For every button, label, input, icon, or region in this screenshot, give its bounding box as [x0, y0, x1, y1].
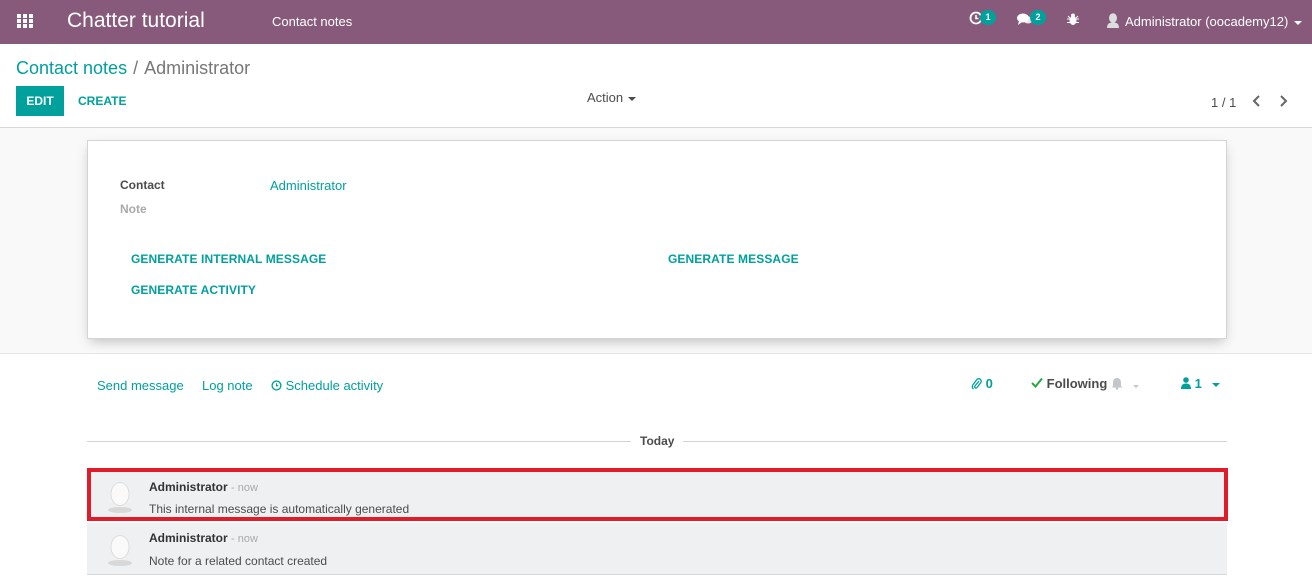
user-name: Administrator (oocademy12): [1125, 14, 1289, 29]
action-dropdown[interactable]: Action: [587, 89, 637, 106]
attachments-count: 0: [985, 376, 993, 391]
following-label: Following: [1046, 376, 1108, 391]
activity-count-badge: 1: [980, 10, 996, 25]
author-avatar[interactable]: [107, 533, 133, 567]
schedule-activity-button[interactable]: Schedule activity: [271, 378, 383, 393]
date-divider-label: Today: [631, 434, 684, 448]
contact-label: Contact: [120, 178, 165, 192]
form-sheet: Contact Administrator Note GENERATE INTE…: [87, 140, 1227, 339]
message-time: - now: [231, 533, 258, 545]
schedule-activity-label: Schedule activity: [285, 378, 384, 393]
attachments-button[interactable]: 0: [971, 376, 993, 391]
author-name: Administrator: [149, 531, 228, 545]
follower-user-icon: [1181, 376, 1191, 391]
followers-count: 1: [1194, 376, 1202, 391]
paperclip-icon: [971, 376, 982, 391]
note-label: Note: [120, 202, 147, 216]
breadcrumb-current: Administrator: [144, 58, 251, 78]
following-button[interactable]: Following: [1031, 376, 1107, 391]
followers-button[interactable]: 1: [1181, 376, 1221, 391]
top-navbar: Chatter tutorial Contact notes 1 2 Admin…: [0, 0, 1312, 44]
bell-caret-icon: [1132, 385, 1139, 389]
edit-button[interactable]: EDIT: [16, 86, 64, 116]
message-body: Note for a related contact created: [149, 554, 328, 568]
debug-bug-icon[interactable]: [1067, 13, 1079, 29]
apps-menu-icon[interactable]: [17, 14, 33, 28]
highlight-annotation-box: [87, 468, 1228, 521]
pager-next-icon[interactable]: [1273, 91, 1293, 111]
messages-count-badge: 2: [1030, 10, 1046, 25]
generate-message-button[interactable]: GENERATE MESSAGE: [668, 252, 799, 266]
send-message-button[interactable]: Send message: [97, 378, 184, 393]
pager-value: 1 / 1: [1211, 95, 1237, 110]
breadcrumb-parent-link[interactable]: Contact notes: [16, 58, 127, 78]
contact-value-link[interactable]: Administrator: [270, 178, 347, 193]
log-note-button[interactable]: Log note: [202, 378, 253, 393]
clock-icon: [271, 378, 282, 393]
action-label: Action: [587, 90, 624, 105]
control-panel: Contact notes / Administrator EDIT CREATE …: [0, 44, 1312, 128]
check-icon: [1031, 376, 1043, 391]
pager-previous-icon[interactable]: [1247, 91, 1267, 111]
breadcrumb-separator: /: [133, 58, 139, 78]
user-avatar-icon: [1107, 12, 1119, 33]
generate-activity-button[interactable]: GENERATE ACTIVITY: [131, 283, 256, 297]
form-view: Contact Administrator Note GENERATE INTE…: [0, 128, 1312, 354]
notification-bell-icon[interactable]: [1111, 377, 1139, 393]
chatter-message: Administrator - now Note for a related c…: [87, 523, 1227, 575]
action-caret-icon: [628, 96, 637, 101]
user-caret-icon: [1294, 20, 1303, 25]
followers-caret-icon: [1212, 382, 1221, 387]
menu-contact-notes[interactable]: Contact notes: [272, 13, 352, 30]
breadcrumb: Contact notes / Administrator: [16, 57, 250, 79]
message-author[interactable]: Administrator - now: [149, 531, 258, 545]
generate-internal-message-button[interactable]: GENERATE INTERNAL MESSAGE: [131, 252, 326, 266]
create-button[interactable]: CREATE: [70, 86, 134, 116]
user-menu[interactable]: Administrator (oocademy12): [1107, 12, 1303, 33]
app-title[interactable]: Chatter tutorial: [67, 8, 205, 34]
